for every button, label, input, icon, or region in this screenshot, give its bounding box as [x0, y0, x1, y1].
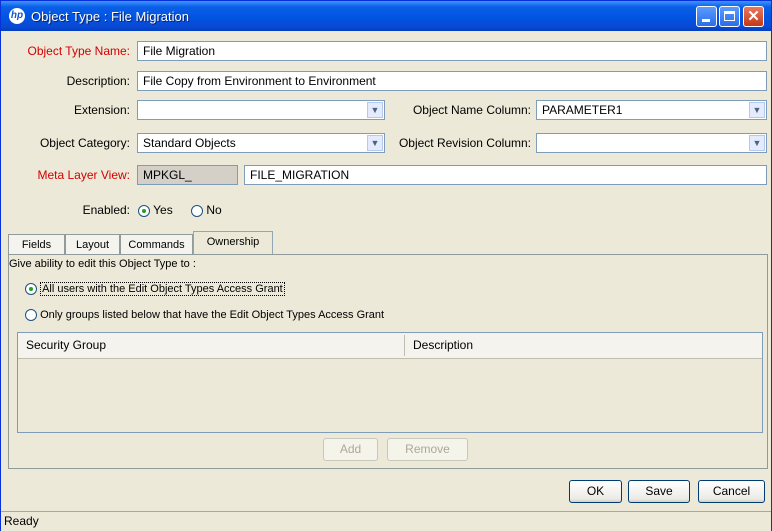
close-icon: ✕: [747, 8, 760, 25]
object-category-label: Object Category:: [39, 136, 130, 150]
maximize-icon: [724, 11, 735, 21]
column-security-group[interactable]: Security Group: [18, 333, 404, 358]
enabled-yes-option[interactable]: Yes: [138, 202, 173, 218]
column-description[interactable]: Description: [405, 333, 762, 358]
extension-dropdown[interactable]: ▼: [137, 100, 385, 120]
description-field[interactable]: File Copy from Environment to Environmen…: [137, 71, 767, 91]
save-button[interactable]: Save: [628, 480, 690, 503]
meta-layer-view-field[interactable]: FILE_MIGRATION: [244, 165, 767, 185]
object-revision-column-label: Object Revision Column:: [398, 136, 531, 150]
meta-layer-view-label: Meta Layer View:: [37, 168, 131, 182]
title-bar[interactable]: hp Object Type : File Migration ✕: [1, 1, 771, 31]
ownership-heading: Give ability to edit this Object Type to…: [9, 258, 196, 270]
ok-button[interactable]: OK: [569, 480, 622, 503]
enabled-no-option[interactable]: No: [191, 202, 222, 218]
chevron-down-icon[interactable]: ▼: [367, 135, 383, 151]
minimize-icon: [702, 19, 710, 22]
option-all-users[interactable]: All users with the Edit Object Types Acc…: [25, 281, 285, 297]
radio-unselected-icon[interactable]: [191, 204, 203, 217]
enabled-label: Enabled:: [82, 203, 130, 217]
close-button[interactable]: ✕: [743, 6, 764, 27]
chevron-down-icon[interactable]: ▼: [749, 102, 765, 118]
table-header: Security Group Description: [18, 333, 762, 359]
tab-layout[interactable]: Layout: [65, 234, 120, 254]
hp-logo-icon: hp: [9, 8, 25, 24]
description-label: Description:: [66, 74, 130, 88]
meta-layer-prefix: MPKGL_: [137, 165, 238, 185]
option-listed-groups[interactable]: Only groups listed below that have the E…: [25, 307, 384, 323]
remove-button[interactable]: Remove: [387, 438, 468, 461]
enabled-no-label: No: [206, 203, 222, 217]
object-revision-column-dropdown[interactable]: ▼: [536, 133, 767, 153]
status-text: Ready: [4, 514, 39, 528]
tab-commands[interactable]: Commands: [120, 234, 193, 254]
chevron-down-icon[interactable]: ▼: [367, 102, 383, 118]
maximize-button[interactable]: [719, 6, 740, 27]
cancel-button[interactable]: Cancel: [698, 480, 765, 503]
tab-fields[interactable]: Fields: [8, 234, 65, 254]
add-button[interactable]: Add: [323, 438, 378, 461]
minimize-button[interactable]: [696, 6, 717, 27]
option-listed-groups-label: Only groups listed below that have the E…: [40, 309, 385, 321]
extension-label: Extension:: [73, 103, 130, 117]
chevron-down-icon[interactable]: ▼: [749, 135, 765, 151]
object-category-dropdown[interactable]: Standard Objects ▼: [137, 133, 385, 153]
radio-selected-icon[interactable]: [138, 204, 150, 217]
object-name-column-label: Object Name Column:: [412, 103, 531, 117]
window-title: Object Type : File Migration: [31, 9, 189, 24]
object-name-column-value: PARAMETER1: [542, 103, 623, 117]
object-type-name-field[interactable]: File Migration: [137, 41, 767, 61]
option-all-users-label: All users with the Edit Object Types Acc…: [40, 282, 285, 296]
enabled-yes-label: Yes: [153, 203, 173, 217]
object-type-name-label: Object Type Name:: [27, 44, 131, 58]
status-bar: Ready: [1, 511, 771, 531]
tab-ownership[interactable]: Ownership: [193, 231, 273, 255]
radio-unselected-icon[interactable]: [25, 309, 37, 322]
radio-selected-icon[interactable]: [25, 283, 37, 296]
security-group-table[interactable]: Security Group Description: [17, 332, 763, 433]
object-category-value: Standard Objects: [143, 136, 236, 150]
object-name-column-dropdown[interactable]: PARAMETER1 ▼: [536, 100, 767, 120]
object-type-window: hp Object Type : File Migration ✕ Object…: [0, 0, 772, 531]
